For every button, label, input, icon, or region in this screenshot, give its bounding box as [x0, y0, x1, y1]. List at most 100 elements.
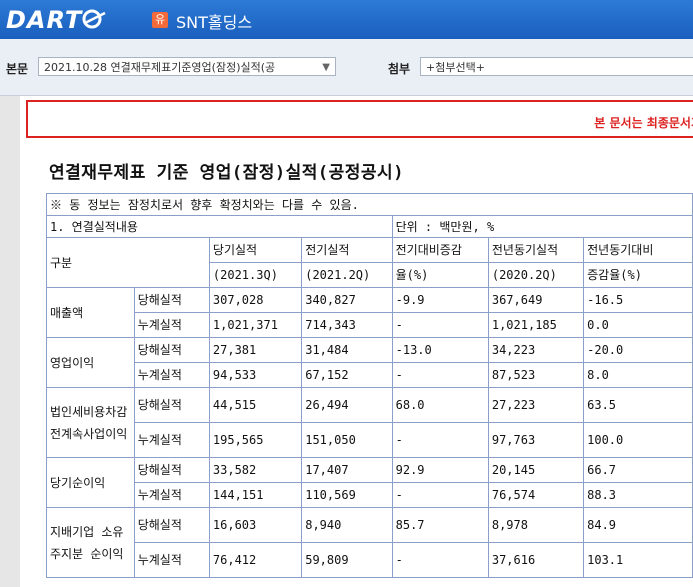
table-row: 매출액 당해실적 307,028 340,827 -9.9 367,649 -1…	[46, 287, 693, 338]
cell: 92.9	[391, 457, 489, 483]
cell: 59,809	[301, 542, 393, 578]
table-row: 누계실적 76,412 59,809 - 37,616 103.1	[47, 542, 693, 578]
cell: -	[391, 312, 489, 338]
cell: 110,569	[301, 482, 393, 508]
cell: 367,649	[487, 287, 585, 313]
row-sub-label: 누계실적	[133, 422, 210, 458]
cell: 67,152	[301, 362, 393, 388]
cell: 27,223	[487, 387, 585, 423]
table-row: 법인세비용차감전계속사업이익 당해실적 44,515 26,494 68.0 2…	[46, 387, 693, 458]
cell: -20.0	[583, 337, 693, 363]
table-row: 영업이익 당해실적 27,381 31,484 -13.0 34,223 -20…	[46, 337, 693, 388]
attachment-select-value: +첨부선택+	[426, 61, 485, 74]
cell: 151,050	[301, 422, 393, 458]
header-current: 당기실적	[208, 237, 303, 263]
cell: 33,582	[208, 457, 303, 483]
table-row: 당기순이익 당해실적 33,582 17,407 92.9 20,145 66.…	[46, 457, 693, 508]
header-yoy-unit: 증감율(%)	[583, 262, 693, 288]
row-item: 매출액	[46, 287, 135, 338]
cell: 0.0	[583, 312, 693, 338]
header-qoq-unit: 율(%)	[391, 262, 489, 288]
corp-type-badge: 유	[152, 12, 168, 28]
row-sub-label: 당해실적	[133, 457, 210, 483]
cell: 66.7	[583, 457, 693, 483]
header-prev-year: 전년동기실적	[487, 237, 585, 263]
row-sub-label: 당해실적	[133, 337, 210, 363]
row-item: 당기순이익	[46, 457, 135, 508]
document-title: 연결재무제표 기준 영업(잠정)실적(공정공시)	[49, 163, 404, 183]
left-gutter	[0, 96, 20, 587]
document-toolbar: 본문 2021.10.28 연결재무제표기준영업(잠정)실적(공 ▼ 첨부 +첨…	[0, 39, 693, 96]
cell: 1,021,185	[487, 312, 585, 338]
top-header: DART 유 SNT홀딩스	[0, 0, 693, 39]
header-category: 구분	[46, 237, 210, 288]
cell: 94,533	[208, 362, 303, 388]
company-name: SNT홀딩스	[176, 13, 253, 32]
table-row: 누계실적 144,151 110,569 - 76,574 88.3	[47, 482, 693, 508]
cell: 100.0	[583, 422, 693, 458]
row-sub-label: 당해실적	[133, 287, 210, 313]
row-sub-label: 누계실적	[133, 482, 210, 508]
dart-logo[interactable]: DART	[6, 6, 82, 34]
body-document-select-value: 2021.10.28 연결재무제표기준영업(잠정)실적(공	[44, 61, 276, 74]
cell: 16,603	[208, 507, 303, 543]
unit-label: 단위 : 백만원, %	[391, 215, 693, 238]
body-document-select[interactable]: 2021.10.28 연결재무제표기준영업(잠정)실적(공 ▼	[38, 57, 336, 76]
cell: 26,494	[301, 387, 393, 423]
cell: 37,616	[487, 542, 585, 578]
cell: 76,574	[487, 482, 585, 508]
cell: 8.0	[583, 362, 693, 388]
cell: 27,381	[208, 337, 303, 363]
table-row: 지배기업 소유주지분 순이익 당해실적 16,603 8,940 85.7 8,…	[46, 507, 693, 578]
table-note: ※ 동 정보는 잠정치로서 향후 확정치와는 다를 수 있음.	[46, 193, 693, 216]
cell: 195,565	[208, 422, 303, 458]
cell: -9.9	[391, 287, 489, 313]
cell: 76,412	[208, 542, 303, 578]
row-sub-label: 누계실적	[133, 542, 210, 578]
cell: -	[391, 542, 489, 578]
header-prev-year-period: (2020.2Q)	[487, 262, 585, 288]
table-row: 누계실적 94,533 67,152 - 87,523 8.0	[47, 362, 693, 388]
table-row: 누계실적 1,021,371 714,343 - 1,021,185 0.0	[47, 312, 693, 338]
cell: 84.9	[583, 507, 693, 543]
header-yoy: 전년동기대비	[583, 237, 693, 263]
attachment-select[interactable]: +첨부선택+	[420, 57, 693, 76]
cell: 85.7	[391, 507, 489, 543]
cell: 1,021,371	[208, 312, 303, 338]
row-sub-label: 당해실적	[133, 507, 210, 543]
row-item: 법인세비용차감전계속사업이익	[46, 387, 135, 458]
cell: -	[391, 422, 489, 458]
cell: 144,151	[208, 482, 303, 508]
cell: 68.0	[391, 387, 489, 423]
cell: 97,763	[487, 422, 585, 458]
cell: -16.5	[583, 287, 693, 313]
cell: 103.1	[583, 542, 693, 578]
header-current-period: (2021.3Q)	[208, 262, 303, 288]
notice-box: 본 문서는 최종문서가	[26, 100, 693, 138]
cell: 34,223	[487, 337, 585, 363]
table-row: 누계실적 195,565 151,050 - 97,763 100.0	[47, 422, 693, 458]
earnings-table: ※ 동 정보는 잠정치로서 향후 확정치와는 다를 수 있음. 1. 연결실적내…	[46, 193, 693, 578]
cell: 20,145	[487, 457, 585, 483]
cell: 31,484	[301, 337, 393, 363]
notice-text: 본 문서는 최종문서가	[594, 116, 693, 130]
dart-logo-swoosh-icon	[82, 9, 106, 29]
cell: -13.0	[391, 337, 489, 363]
row-sub-label: 누계실적	[133, 312, 210, 338]
cell: 88.3	[583, 482, 693, 508]
cell: -	[391, 482, 489, 508]
cell: 714,343	[301, 312, 393, 338]
cell: 44,515	[208, 387, 303, 423]
cell: 87,523	[487, 362, 585, 388]
cell: -	[391, 362, 489, 388]
cell: 63.5	[583, 387, 693, 423]
row-item: 영업이익	[46, 337, 135, 388]
chevron-down-icon: ▼	[322, 62, 330, 73]
row-sub-label: 당해실적	[133, 387, 210, 423]
header-previous: 전기실적	[301, 237, 393, 263]
attach-label: 첨부	[388, 62, 411, 76]
header-qoq: 전기대비증감	[391, 237, 489, 263]
row-sub-label: 누계실적	[133, 362, 210, 388]
section-title: 1. 연결실적내용	[46, 215, 393, 238]
cell: 8,978	[487, 507, 585, 543]
